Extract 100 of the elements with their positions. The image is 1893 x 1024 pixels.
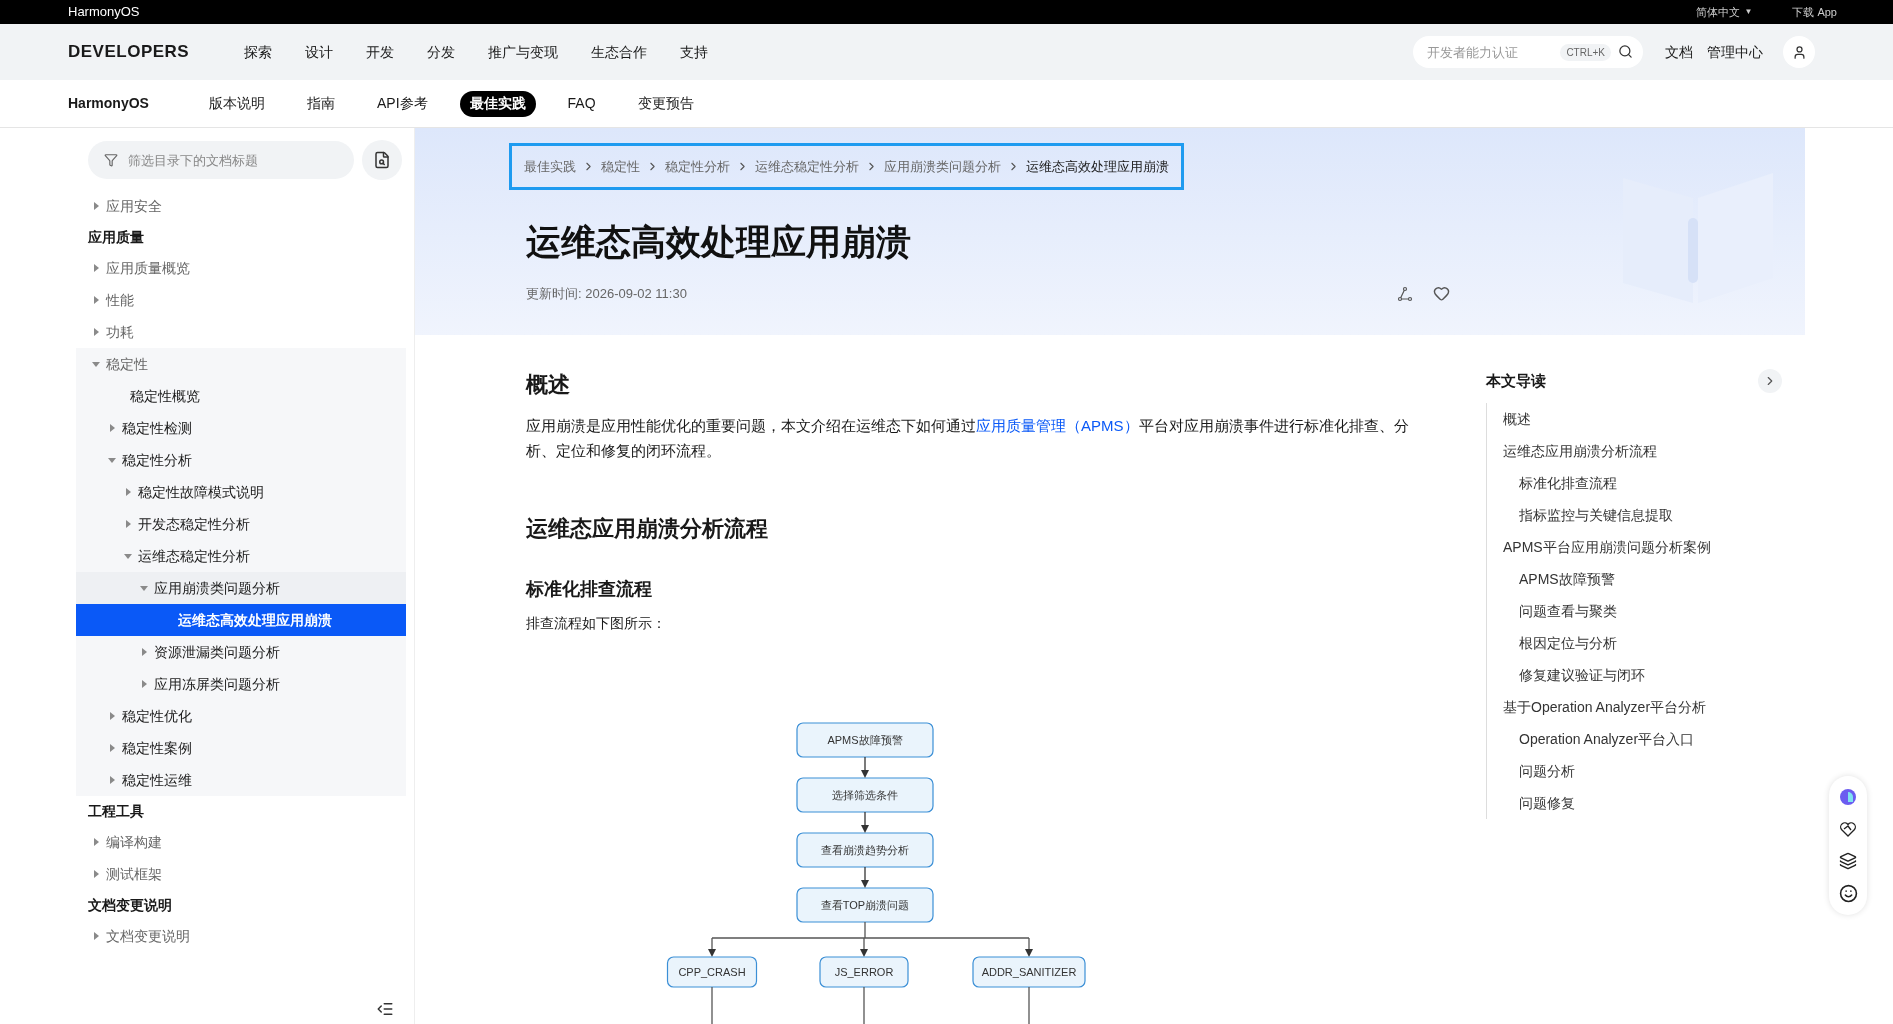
section-heading: 概述 [526,371,571,399]
breadcrumb-link[interactable]: 稳定性分析 [665,156,730,177]
toc-link[interactable]: 问题修复 [1519,792,1575,814]
flow-node: CPP_CRASH [666,956,758,988]
language-selector[interactable]: 简体中文 ▼ [1696,3,1753,21]
caret-icon [108,456,116,464]
sub-nav-tab[interactable]: FAQ [557,90,606,117]
caret-icon [92,360,100,368]
tree-item[interactable]: 稳定性检测 [76,412,406,444]
flow-node: JS_ERROR [819,956,909,988]
nav-link[interactable]: 支持 [680,41,708,63]
user-button[interactable] [1783,36,1815,68]
tree-item[interactable]: 资源泄漏类问题分析 [76,636,406,668]
document-search-button[interactable] [362,140,402,180]
sub-nav-tab[interactable]: 指南 [297,90,345,117]
nav-link[interactable]: 文档 [1665,41,1693,63]
toc-link[interactable]: 标准化排查流程 [1519,472,1617,494]
toc-link[interactable]: 问题分析 [1519,760,1575,782]
sub-nav-tab[interactable]: 变更预告 [627,90,704,117]
nav-link[interactable]: 探索 [244,41,272,63]
tree-item[interactable]: 应用安全 [76,190,406,222]
sub-nav-tab[interactable]: 版本说明 [199,90,275,117]
caret-icon [108,744,116,752]
tree-item[interactable]: 运维态高效处理应用崩溃 [76,604,406,636]
caret-icon [124,520,132,528]
nav-link[interactable]: 推广与变现 [488,41,558,63]
search-icon[interactable] [1618,44,1633,59]
page-title: 运维态高效处理应用崩溃 [526,221,912,263]
tree-item[interactable]: 稳定性 [76,348,406,380]
tree-item[interactable]: 应用质量概览 [76,252,406,284]
nav-link[interactable]: 分发 [427,41,455,63]
tree-item[interactable]: 稳定性运维 [76,764,406,796]
tree-item[interactable]: 稳定性故障模式说明 [76,476,406,508]
flow-line [711,986,713,1024]
tree-item[interactable]: 稳定性概览 [76,380,406,412]
caret-icon [140,648,148,656]
tree-item[interactable]: 应用冻屏类问题分析 [76,668,406,700]
toc-link[interactable]: 概述 [1503,408,1531,430]
flow-node: 查看TOP崩溃问题 [796,887,934,923]
tree-item[interactable]: 应用崩溃类问题分析 [76,572,406,604]
caret-icon [92,932,100,940]
toc-link[interactable]: Operation Analyzer平台入口 [1519,728,1695,750]
flow-node: 查看崩溃趋势分析 [796,832,934,868]
breadcrumb-link[interactable]: 最佳实践 [524,156,576,177]
tree-item[interactable]: 稳定性案例 [76,732,406,764]
toc-link[interactable]: 修复建议验证与闭环 [1519,664,1645,686]
apms-link[interactable]: 应用质量管理（APMS） [976,417,1139,434]
section-heading: 工程工具 [88,801,144,821]
toc-link[interactable]: 基于Operation Analyzer平台分析 [1503,696,1707,718]
download-link[interactable]: 下载 App [1792,3,1837,21]
nav-link[interactable]: 生态合作 [591,41,647,63]
tree-item[interactable]: 开发态稳定性分析 [76,508,406,540]
breadcrumb-link[interactable]: 运维态稳定性分析 [755,156,859,177]
caret-icon [92,202,100,210]
section-heading: 运维态应用崩溃分析流程 [526,515,769,543]
tree-item[interactable]: 测试框架 [76,858,406,890]
flow-node: APMS故障预警 [796,722,934,758]
caret-icon [108,712,116,720]
sub-nav-tab[interactable]: 最佳实践 [459,90,536,117]
shortcut-badge: CTRL+K [1560,44,1611,61]
breadcrumb-link[interactable]: 应用崩溃类问题分析 [884,156,1001,177]
sub-nav-tab[interactable]: API参考 [367,90,438,117]
breadcrumb-link[interactable]: 稳定性 [601,156,640,177]
toc-link[interactable]: 根因定位与分析 [1519,632,1617,654]
nav-link[interactable]: 设计 [305,41,333,63]
toc-link[interactable]: 问题查看与聚类 [1519,600,1617,622]
subsection-heading: 标准化排查流程 [526,578,653,601]
caret-icon [108,424,116,432]
brand-label: HarmonyOS [68,3,140,22]
layers-icon[interactable] [1839,852,1857,870]
update-time: 更新时间: 2026-09-02 11:30 [526,285,687,303]
tree-item[interactable]: 运维态稳定性分析 [76,540,406,572]
toc-link[interactable]: APMS平台应用崩溃问题分析案例 [1503,536,1711,558]
tree-item[interactable]: 性能 [76,284,406,316]
share-icon[interactable] [1397,285,1413,302]
smiley-icon[interactable] [1838,884,1858,903]
site-logo[interactable]: DEVELOPERS [68,39,244,65]
toc-link[interactable]: 运维态应用崩溃分析流程 [1503,440,1657,462]
heart-handshake-icon[interactable] [1839,820,1857,838]
breadcrumb-link[interactable]: 运维态高效处理应用崩溃 [1026,156,1169,177]
heart-icon[interactable] [1433,285,1450,303]
toc-link[interactable]: 指标监控与关键信息提取 [1519,504,1673,526]
tree-item[interactable]: 稳定性优化 [76,700,406,732]
tree-item[interactable]: 稳定性分析 [76,444,406,476]
flow-line [1028,986,1030,1024]
filter-icon [104,153,118,167]
caret-icon [108,776,116,784]
toc-collapse-button[interactable] [1758,369,1782,393]
paragraph: 排查流程如下图所示： [526,614,667,633]
product-label[interactable]: HarmonyOS [68,93,199,114]
collapse-sidebar-icon[interactable] [376,1000,394,1018]
toc-link[interactable]: APMS故障预警 [1519,568,1615,590]
filter-field[interactable]: 筛选目录下的文档标题 [88,141,354,179]
tree-item[interactable]: 功耗 [76,316,406,348]
user-icon [1791,44,1807,60]
nav-link[interactable]: 管理中心 [1707,41,1763,63]
nav-link[interactable]: 开发 [366,41,394,63]
tree-item[interactable]: 文档变更说明 [76,920,406,952]
tree-item[interactable]: 编译构建 [76,826,406,858]
assistant-icon[interactable] [1839,788,1857,806]
